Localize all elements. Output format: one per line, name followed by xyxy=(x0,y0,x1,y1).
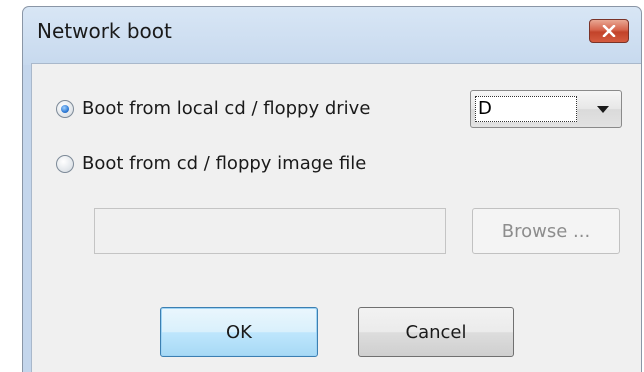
image-path-field xyxy=(94,208,446,254)
option-image-file[interactable]: Boot from cd / floppy image file xyxy=(56,153,366,174)
radio-selected-dot xyxy=(61,104,69,113)
dialog-body: Boot from local cd / floppy drive D Boot… xyxy=(31,63,641,372)
browse-button: Browse ... xyxy=(472,208,620,254)
radio-image-file[interactable] xyxy=(56,154,74,173)
network-boot-dialog: Network boot Boot from local cd / floppy… xyxy=(22,6,642,372)
dialog-title: Network boot xyxy=(37,19,172,43)
title-bar[interactable]: Network boot xyxy=(23,7,641,63)
chevron-down-icon xyxy=(597,106,609,113)
cancel-button[interactable]: Cancel xyxy=(358,307,514,357)
option-local-drive[interactable]: Boot from local cd / floppy drive xyxy=(56,98,370,119)
option-image-file-label[interactable]: Boot from cd / floppy image file xyxy=(82,153,366,174)
radio-local-drive[interactable] xyxy=(56,99,74,118)
drive-select-value: D xyxy=(475,96,577,122)
option-local-drive-label[interactable]: Boot from local cd / floppy drive xyxy=(82,98,370,119)
close-button[interactable] xyxy=(589,19,629,43)
close-icon xyxy=(602,25,616,37)
drive-select[interactable]: D xyxy=(470,90,622,128)
ok-button[interactable]: OK xyxy=(160,307,318,357)
